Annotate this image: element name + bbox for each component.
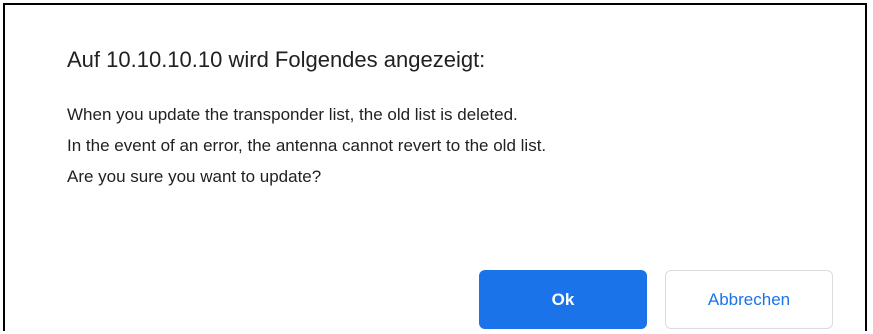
dialog-message: When you update the transponder list, th… <box>67 99 546 192</box>
cancel-button[interactable]: Abbrechen <box>665 270 833 329</box>
ok-button[interactable]: Ok <box>479 270 647 329</box>
message-line: Are you sure you want to update? <box>67 167 322 186</box>
dialog-title: Auf 10.10.10.10 wird Folgendes angezeigt… <box>67 47 486 72</box>
message-line: When you update the transponder list, th… <box>67 105 518 124</box>
message-line: In the event of an error, the antenna ca… <box>67 136 547 155</box>
confirm-dialog: Auf 10.10.10.10 wird Folgendes angezeigt… <box>3 3 867 331</box>
